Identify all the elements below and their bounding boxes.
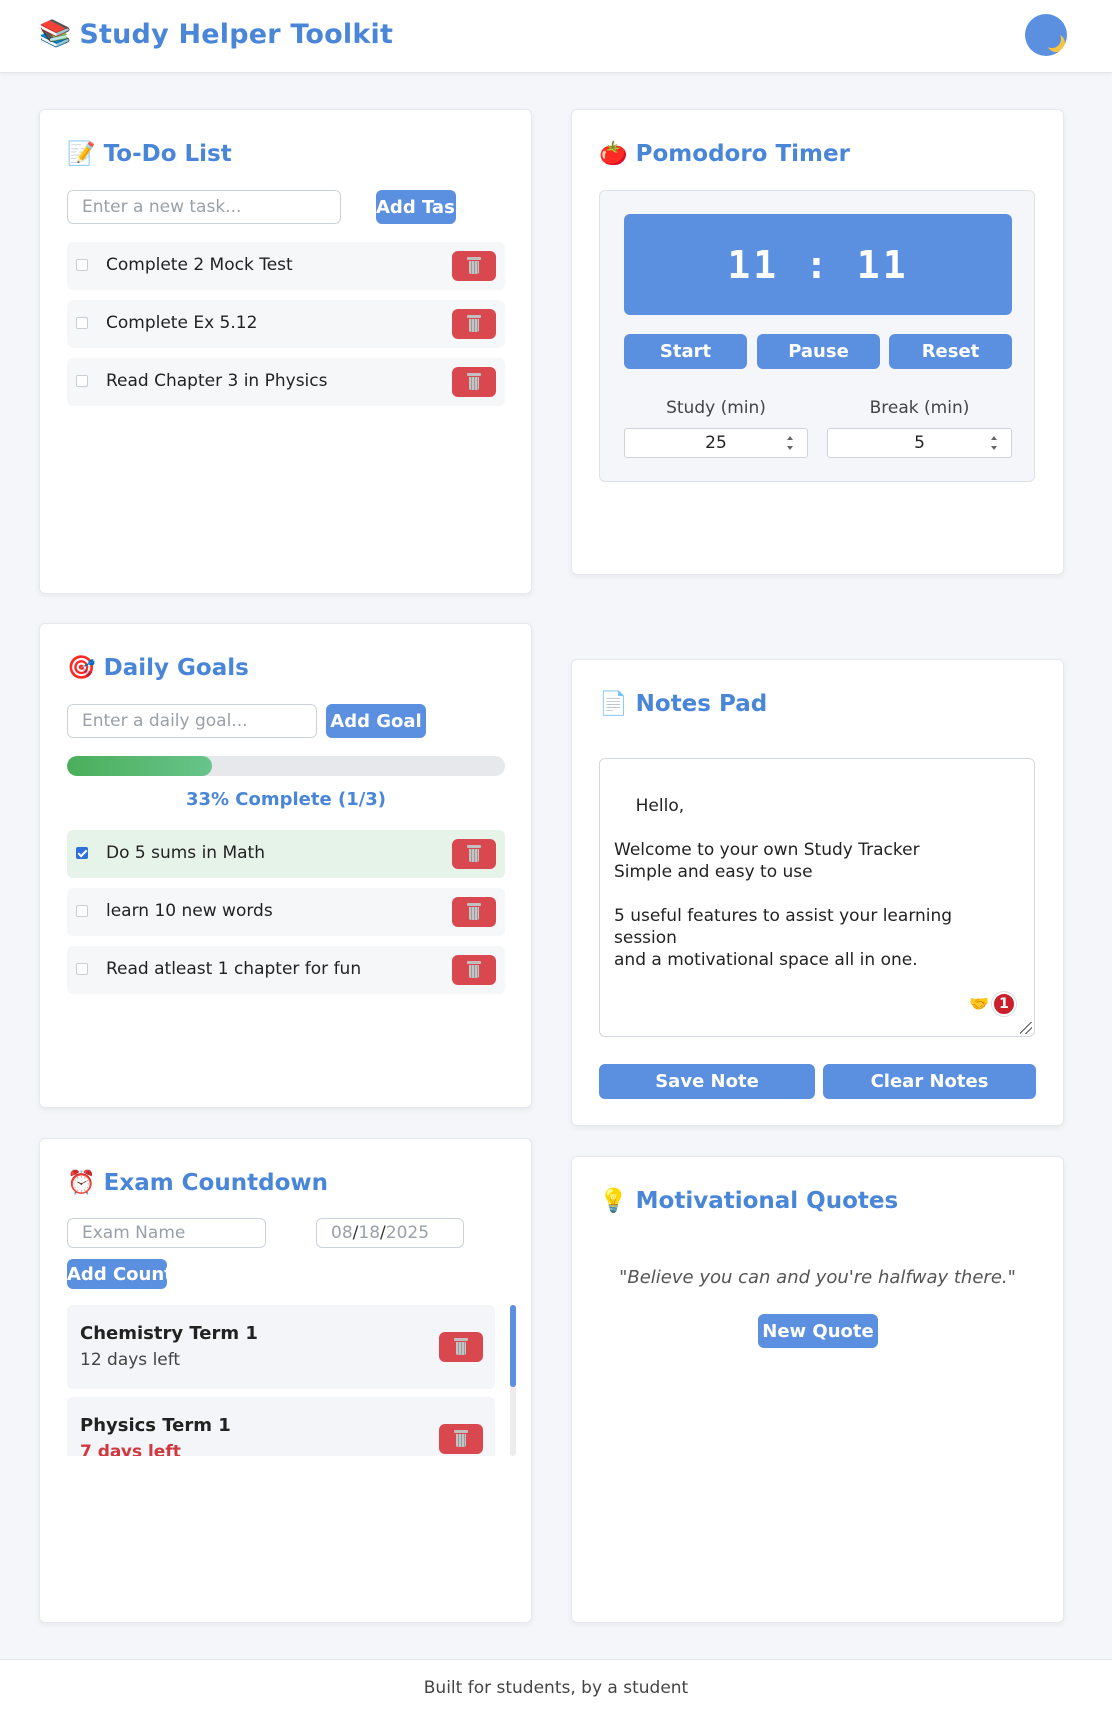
delete-goal-button[interactable] bbox=[452, 897, 496, 927]
new-quote-button[interactable]: New Quote bbox=[758, 1314, 878, 1348]
lightbulb-icon: 💡 bbox=[599, 1188, 628, 1214]
exam-name-input[interactable] bbox=[67, 1218, 266, 1248]
exam-name: Chemistry Term 1 bbox=[80, 1323, 258, 1344]
trash-icon bbox=[466, 903, 482, 921]
trash-icon bbox=[466, 961, 482, 979]
exam-days-left: 7 days left bbox=[80, 1442, 181, 1456]
trash-icon bbox=[466, 315, 482, 333]
exam-list[interactable]: Chemistry Term 1 12 days left Physics Te… bbox=[67, 1305, 505, 1456]
writing-assistant[interactable]: 🤝 1 bbox=[969, 992, 1016, 1016]
delete-goal-button[interactable] bbox=[452, 955, 496, 985]
todo-item-label: Complete Ex 5.12 bbox=[106, 313, 258, 333]
delete-task-button[interactable] bbox=[452, 251, 496, 281]
todo-input[interactable] bbox=[67, 190, 341, 224]
suggestion-badge: 1 bbox=[992, 992, 1016, 1016]
resize-handle[interactable] bbox=[1020, 1022, 1032, 1034]
todo-item: Complete 2 Mock Test bbox=[67, 242, 505, 290]
trash-icon bbox=[453, 1338, 469, 1356]
brand: 📚 Study Helper Toolkit bbox=[39, 17, 393, 51]
start-button[interactable]: Start bbox=[624, 334, 747, 369]
goal-checkbox[interactable] bbox=[76, 847, 88, 859]
goal-item-label: learn 10 new words bbox=[106, 901, 273, 921]
trash-icon bbox=[453, 1430, 469, 1448]
exam-days-left: 12 days left bbox=[80, 1350, 181, 1370]
todo-checkbox[interactable] bbox=[76, 375, 88, 387]
goals-progress-text: 33% Complete (1/3) bbox=[185, 789, 387, 810]
trash-icon bbox=[466, 257, 482, 275]
todo-item: Read Chapter 3 in Physics bbox=[67, 358, 505, 406]
notes-textarea[interactable]: Hello, Welcome to your own Study Tracker… bbox=[599, 758, 1035, 1037]
exam-name: Physics Term 1 bbox=[80, 1415, 231, 1436]
timer-display: 11 : 11 bbox=[624, 214, 1012, 315]
books-icon: 📚 bbox=[39, 19, 72, 49]
exam-item: Chemistry Term 1 12 days left bbox=[67, 1305, 495, 1389]
quotes-card: 💡 Motivational Quotes "Believe you can a… bbox=[571, 1156, 1064, 1623]
delete-exam-button[interactable] bbox=[439, 1424, 483, 1454]
goal-item: Read atleast 1 chapter for fun bbox=[67, 946, 505, 994]
todo-item-label: Complete 2 Mock Test bbox=[106, 255, 293, 275]
goals-card: 🎯 Daily Goals Add Goal 33% Complete (1/3… bbox=[39, 623, 532, 1108]
add-countdown-button[interactable]: Add Countdown bbox=[67, 1259, 167, 1289]
alarm-clock-icon: ⏰ bbox=[67, 1170, 96, 1196]
todo-title: 📝 To-Do List bbox=[67, 140, 232, 168]
pause-button[interactable]: Pause bbox=[757, 334, 880, 369]
delete-task-button[interactable] bbox=[452, 309, 496, 339]
timer-panel: 11 : 11 Start Pause Reset Study (min) 25… bbox=[599, 190, 1035, 482]
exam-item: Physics Term 1 7 days left bbox=[67, 1397, 495, 1456]
exam-scrollbar[interactable] bbox=[510, 1305, 516, 1456]
handshake-icon: 🤝 bbox=[969, 994, 989, 1013]
exam-card: ⏰ Exam Countdown 08/18/2025 Add Countdow… bbox=[39, 1138, 532, 1623]
exam-title: ⏰ Exam Countdown bbox=[67, 1169, 328, 1197]
goal-item-label: Read atleast 1 chapter for fun bbox=[106, 959, 362, 979]
study-minutes-input[interactable]: 25 bbox=[624, 428, 808, 458]
trash-icon bbox=[466, 373, 482, 391]
clear-notes-button[interactable]: Clear Notes bbox=[823, 1064, 1036, 1099]
quote-text: "Believe you can and you're halfway ther… bbox=[619, 1267, 1016, 1288]
pomodoro-title: 🍅 Pomodoro Timer bbox=[599, 140, 850, 168]
delete-exam-button[interactable] bbox=[439, 1332, 483, 1362]
goal-input[interactable] bbox=[67, 704, 317, 738]
todo-card: 📝 To-Do List Add Task Complete 2 Mock Te… bbox=[39, 109, 532, 594]
todo-item-label: Read Chapter 3 in Physics bbox=[106, 371, 328, 391]
trash-icon bbox=[466, 845, 482, 863]
app-title: Study Helper Toolkit bbox=[79, 18, 394, 50]
footer: Built for students, by a student bbox=[0, 1659, 1112, 1716]
exam-date-input[interactable]: 08/18/2025 bbox=[316, 1218, 464, 1248]
study-label: Study (min) bbox=[666, 398, 766, 418]
save-note-button[interactable]: Save Note bbox=[599, 1064, 815, 1099]
moon-icon bbox=[1043, 30, 1065, 52]
todo-checkbox[interactable] bbox=[76, 317, 88, 329]
add-task-button[interactable]: Add Task bbox=[376, 190, 456, 224]
scrollbar-thumb[interactable] bbox=[510, 1305, 516, 1387]
add-goal-button[interactable]: Add Goal bbox=[326, 704, 426, 738]
delete-task-button[interactable] bbox=[452, 367, 496, 397]
quotes-title: 💡 Motivational Quotes bbox=[599, 1187, 899, 1215]
goal-item: learn 10 new words bbox=[67, 888, 505, 936]
goal-checkbox[interactable] bbox=[76, 963, 88, 975]
theme-toggle-button[interactable] bbox=[1025, 14, 1067, 56]
delete-goal-button[interactable] bbox=[452, 839, 496, 869]
goals-progress-bar bbox=[67, 756, 505, 776]
memo-icon: 📝 bbox=[67, 141, 96, 167]
goal-checkbox[interactable] bbox=[76, 905, 88, 917]
notes-card: 📄 Notes Pad Hello, Welcome to your own S… bbox=[571, 659, 1064, 1126]
spinner-icon[interactable] bbox=[991, 436, 997, 450]
footer-text: Built for students, by a student bbox=[423, 1678, 689, 1698]
page-icon: 📄 bbox=[599, 691, 628, 717]
app-header: 📚 Study Helper Toolkit bbox=[0, 0, 1112, 73]
goal-item-label: Do 5 sums in Math bbox=[106, 843, 265, 863]
target-icon: 🎯 bbox=[67, 655, 96, 681]
tomato-icon: 🍅 bbox=[599, 141, 628, 167]
spinner-icon[interactable] bbox=[787, 436, 793, 450]
notes-title: 📄 Notes Pad bbox=[599, 690, 768, 718]
goals-progress-fill bbox=[67, 756, 212, 776]
goals-title: 🎯 Daily Goals bbox=[67, 654, 249, 682]
break-minutes-input[interactable]: 5 bbox=[827, 428, 1012, 458]
goal-item: Do 5 sums in Math bbox=[67, 830, 505, 878]
break-label: Break (min) bbox=[869, 398, 970, 418]
reset-button[interactable]: Reset bbox=[889, 334, 1012, 369]
pomodoro-card: 🍅 Pomodoro Timer 11 : 11 Start Pause Res… bbox=[571, 109, 1064, 575]
todo-checkbox[interactable] bbox=[76, 259, 88, 271]
todo-item: Complete Ex 5.12 bbox=[67, 300, 505, 348]
